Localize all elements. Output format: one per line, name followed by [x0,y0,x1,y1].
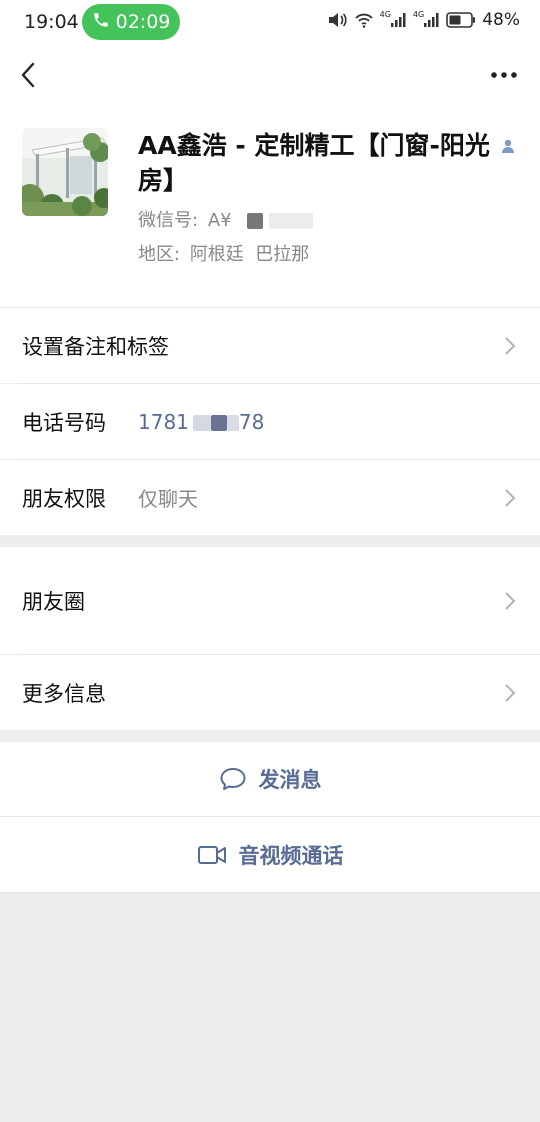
status-bar: 19:04 02:09 4G 4G 48% [0,0,540,44]
battery-icon [446,12,476,28]
send-message-label: 发消息 [258,768,322,792]
profile-card: AA鑫浩 - 定制精工【门窗-阳光房】 微信号: A¥ 地区: 阿根廷 巴拉那 [0,106,540,308]
wechat-id-value: A¥ [207,210,232,231]
avatar-image [22,128,108,216]
row-more-info[interactable]: 更多信息 [0,655,540,730]
more-options-button[interactable] [488,62,520,88]
more-dots-icon [491,72,517,78]
region-value: 阿根廷 巴拉那 [189,244,310,265]
permission-value: 仅聊天 [138,487,198,511]
video-call-label: 音视频通话 [238,843,344,868]
ongoing-call-pill[interactable]: 02:09 [82,4,180,40]
row-remark-tags[interactable]: 设置备注和标签 [0,308,540,383]
battery-percent: 48% [482,10,520,30]
video-camera-icon [197,845,226,864]
contact-name: AA鑫浩 - 定制精工【门窗-阳光房】 [138,131,490,195]
call-timer: 02:09 [115,11,171,33]
divider [0,892,540,893]
wechat-id-row: 微信号: A¥ [138,206,314,232]
avatar[interactable] [22,128,108,216]
moments-label: 朋友圈 [22,589,85,614]
region-label: 地区: [138,244,181,265]
wechat-id-label: 微信号: [138,210,199,231]
redacted-block [269,213,314,229]
more-info-label: 更多信息 [22,681,106,706]
redacted-block [210,415,227,431]
chat-bubble-icon [220,768,245,790]
chevron-right-icon [505,591,516,610]
nav-header [0,44,540,106]
phone-value-start: 1781 [138,409,189,434]
permission-label: 朋友权限 [22,486,106,511]
volume-icon [328,12,348,28]
status-time: 19:04 [24,11,79,33]
video-call-button[interactable]: 音视频通话 [0,817,540,892]
redacted-block [192,415,211,431]
chevron-right-icon [505,683,516,702]
phone-label: 电话号码 [22,410,106,435]
row-permission[interactable]: 朋友权限 仅聊天 [0,460,540,535]
signal-icon-2: 4G [413,10,440,27]
wifi-icon [354,12,374,28]
chevron-right-icon [505,488,516,507]
chevron-left-icon [21,62,35,88]
redacted-block [247,213,264,229]
phone-value-end: 78 [238,409,265,434]
chevron-right-icon [505,336,516,355]
row-moments[interactable]: 朋友圈 [0,547,540,654]
redacted-block [226,415,239,431]
phone-icon [92,11,110,34]
row-phone[interactable]: 电话号码 1781 78 [0,384,540,459]
remark-tags-label: 设置备注和标签 [22,334,169,359]
send-message-button[interactable]: 发消息 [0,742,540,816]
status-icons: 4G 4G 48% [328,10,520,30]
user-icon [500,138,516,158]
signal-icon-1: 4G [380,10,407,27]
phone-value[interactable]: 1781 78 [138,410,264,434]
back-button[interactable] [12,58,44,92]
region-row: 地区: 阿根廷 巴拉那 [138,240,309,266]
